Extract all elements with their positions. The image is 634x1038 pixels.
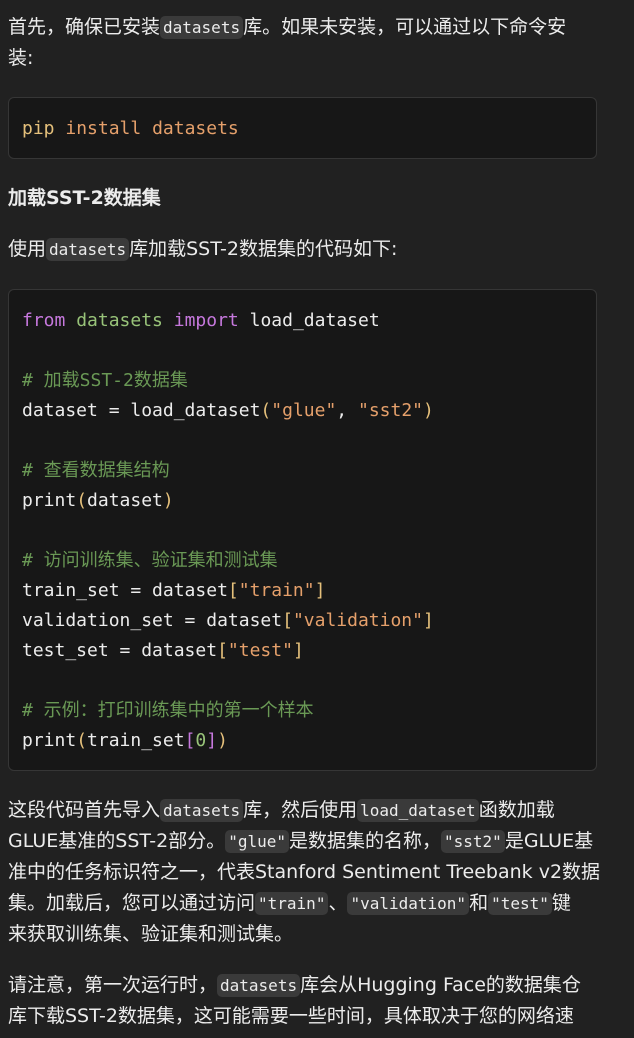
code-string: "glue" (271, 400, 337, 421)
explain-text: GLUE基准的SST-2部分。 (8, 830, 226, 852)
pip-command: pip (22, 118, 55, 139)
code-text: dataset (87, 490, 163, 511)
code-paren: ( (260, 400, 272, 421)
code-line-test: test_set = dataset["test"] (22, 636, 596, 666)
install-code-block[interactable]: pip install datasets (8, 97, 597, 159)
inline-code-test: "test" (488, 892, 552, 915)
explain-line-4: 集。加载后，您可以通过访问 "train"、 "validation" 和 "test"… (8, 888, 606, 919)
code-text: train_set = dataset (22, 580, 228, 601)
install-command-line: pip install datasets (22, 114, 596, 144)
note-line-1: 请注意，第一次运行时， datasets 库会从Hugging Face的数据集仓 (8, 970, 606, 1001)
explain-text: 这段代码首先导入 (8, 799, 161, 821)
python-code-block[interactable]: from datasets import load_dataset # 加载SS… (8, 289, 597, 771)
code-line-load: dataset = load_dataset("glue", "sst2") (22, 396, 596, 426)
package-arg: datasets (152, 118, 239, 139)
chat-message-content: 首先，确保已安装 datasets 库。如果未安装，可以通过以下命令安 装: pip… (0, 0, 634, 1038)
inline-code-validation: "validation" (347, 892, 470, 915)
kw-from: from (22, 310, 66, 331)
code-text: train_set (87, 730, 185, 751)
code-text: , (336, 400, 358, 421)
code-string: "sst2" (357, 400, 424, 421)
code-paren: ) (162, 490, 174, 511)
explain-text: 函数加载 (478, 799, 555, 821)
explain-text: 是GLUE基 (504, 830, 594, 852)
note-line-2: 库下载SST-2数据集，这可能需要一些时间，具体取决于您的网络速 (8, 1005, 574, 1027)
usage-line: 使用 datasets 库加载SST-2数据集的代码如下: (8, 234, 606, 265)
code-comment-load: # 加载SST-2数据集 (22, 370, 188, 391)
code-bracket: [ (217, 640, 228, 661)
inline-code-sst2: "sst2" (441, 830, 505, 853)
explain-line-2: GLUE基准的SST-2部分。 "glue" 是数据集的名称， "sst2" 是GLUE… (8, 826, 606, 857)
code-line-validation: validation_set = dataset["validation"] (22, 606, 596, 636)
note-paragraph: 请注意，第一次运行时， datasets 库会从Hugging Face的数据集仓 … (8, 970, 606, 1032)
intro-paragraph: 首先，确保已安装 datasets 库。如果未安装，可以通过以下命令安 装: (8, 12, 606, 74)
kw-import: import (173, 310, 239, 331)
explain-text: 和 (469, 892, 489, 914)
usage-text-2: 库加载SST-2数据集的代码如下: (129, 238, 398, 260)
import-name: load_dataset (249, 310, 380, 331)
code-bracket: [ (227, 580, 239, 601)
code-comment-example: # 示例：打印训练集中的第一个样本 (22, 700, 314, 721)
code-string: "train" (238, 580, 315, 601)
section-heading: 加载SST-2数据集 (8, 187, 161, 209)
explain-text: 、 (328, 892, 348, 914)
explain-text: 集。加载后，您可以通过访问 (8, 892, 256, 914)
inline-code-train: "train" (255, 892, 329, 915)
intro-line-1: 首先，确保已安装 datasets 库。如果未安装，可以通过以下命令安 (8, 12, 606, 43)
inline-code-datasets: datasets (160, 16, 244, 39)
install-arg: install (65, 118, 142, 139)
code-line-print-dataset: print(dataset) (22, 486, 596, 516)
note-text: 库会从Hugging Face的数据集仓 (300, 974, 581, 996)
code-function: print (22, 490, 77, 511)
code-bracket: ] (422, 610, 434, 631)
explain-text: 库，然后使用 (243, 799, 358, 821)
code-bracket: ] (314, 580, 326, 601)
code-paren: ( (76, 730, 88, 751)
inline-code-datasets: datasets (46, 238, 130, 261)
code-text: dataset = load_dataset (22, 400, 261, 421)
inline-code-datasets: datasets (217, 974, 301, 997)
explanation-paragraph: 这段代码首先导入 datasets 库，然后使用 load_dataset 函数加载 G… (8, 795, 606, 950)
intro-line-2: 装: (8, 47, 34, 69)
intro-text-2: 库。如果未安装，可以通过以下命令安 (243, 16, 567, 38)
usage-text: 使用 (8, 238, 47, 260)
code-number: 0 (195, 730, 207, 751)
code-bracket: [ (282, 610, 293, 631)
code-function: print (22, 730, 77, 751)
intro-text: 首先，确保已安装 (8, 16, 161, 38)
code-line-import: from datasets import load_dataset (22, 306, 596, 336)
code-bracket: [ (184, 730, 196, 751)
code-string: "test" (227, 640, 293, 661)
explain-text: 键 (551, 892, 571, 914)
code-text: test_set = dataset (22, 640, 218, 661)
explain-line-3: 准中的任务标识符之一，代表Stanford Sentiment Treebank… (8, 861, 601, 883)
code-string: "validation" (292, 610, 423, 631)
code-paren: ( (76, 490, 88, 511)
code-paren: ) (217, 730, 228, 751)
code-line-print-sample: print(train_set[0]) (22, 726, 596, 756)
explain-line-1: 这段代码首先导入 datasets 库，然后使用 load_dataset 函数加载 (8, 795, 606, 826)
inline-code-datasets: datasets (160, 799, 244, 822)
code-comment-structure: # 查看数据集结构 (22, 460, 170, 481)
module-name: datasets (76, 310, 163, 331)
code-comment-splits: # 访问训练集、验证集和测试集 (22, 550, 278, 571)
inline-code-glue: "glue" (225, 830, 289, 853)
code-bracket: ] (292, 640, 304, 661)
explain-line-5: 来获取训练集、验证集和测试集。 (8, 923, 294, 945)
code-paren: ) (423, 400, 434, 421)
code-bracket: ] (206, 730, 218, 751)
explain-text: 是数据集的名称， (289, 830, 442, 852)
usage-paragraph: 使用 datasets 库加载SST-2数据集的代码如下: (8, 234, 606, 265)
code-line-train: train_set = dataset["train"] (22, 576, 596, 606)
note-text: 请注意，第一次运行时， (8, 974, 218, 996)
code-text: validation_set = dataset (22, 610, 283, 631)
inline-code-load-dataset: load_dataset (357, 799, 479, 822)
